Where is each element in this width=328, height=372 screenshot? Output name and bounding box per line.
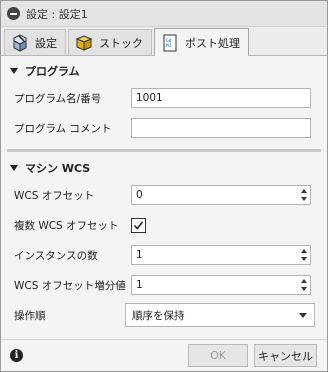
wcs-offset-value[interactable]: 0 <box>132 189 298 201</box>
program-comment-row: プログラム コメント <box>1 113 327 143</box>
program-comment-input[interactable] <box>131 118 311 138</box>
collapse-caret-icon <box>10 68 18 74</box>
wcs-offset-stepper[interactable]: 0 <box>131 185 311 205</box>
stock-box-icon <box>74 33 94 53</box>
wcs-increment-label: WCS オフセット増分値 <box>14 279 126 292</box>
cancel-button[interactable]: キャンセル <box>254 344 317 367</box>
operation-order-select[interactable]: 順序を保持 <box>125 303 315 327</box>
spin-up-icon[interactable] <box>301 279 307 283</box>
program-section-title: プログラム <box>25 65 80 78</box>
program-section-header[interactable]: プログラム <box>1 59 327 83</box>
instances-stepper[interactable]: 1 <box>131 245 311 265</box>
section-divider <box>7 149 321 152</box>
ok-button[interactable]: OK <box>188 344 248 367</box>
svg-text:M1: M1 <box>166 43 172 49</box>
post-process-icon: G0 M1 <box>160 33 180 53</box>
tab-settings[interactable]: 設定 <box>4 29 66 55</box>
tab-post-process-label: ポスト処理 <box>185 36 240 50</box>
wcs-offset-label: WCS オフセット <box>14 189 95 202</box>
stepper-arrows[interactable] <box>298 246 310 264</box>
collapse-caret-icon <box>10 165 18 171</box>
multiple-wcs-label: 複数 WCS オフセット <box>14 219 119 232</box>
tab-settings-label: 設定 <box>35 36 57 50</box>
spin-up-icon[interactable] <box>301 189 307 193</box>
stepper-arrows[interactable] <box>298 276 310 294</box>
operation-order-value: 順序を保持 <box>132 309 185 322</box>
checkmark-icon <box>133 221 144 230</box>
spin-down-icon[interactable] <box>301 287 307 291</box>
wcs-increment-row: WCS オフセット増分値 1 <box>1 270 327 300</box>
minimize-icon[interactable] <box>7 7 20 20</box>
instances-value[interactable]: 1 <box>132 249 298 261</box>
operation-order-label: 操作順 <box>14 309 46 322</box>
wcs-section-title: マシン WCS <box>25 162 91 175</box>
dialog-footer: i OK キャンセル <box>1 339 327 371</box>
operation-order-row: 操作順 順序を保持 <box>1 300 327 330</box>
tab-post-process[interactable]: G0 M1 ポスト処理 <box>154 28 249 56</box>
window-title: 設定 : 設定1 <box>26 7 88 21</box>
tab-bar: 設定 ストック G0 M1 ポスト処理 <box>1 27 327 56</box>
stepper-arrows[interactable] <box>298 186 310 204</box>
multiple-wcs-checkbox[interactable] <box>131 217 146 233</box>
wcs-section-header[interactable]: マシン WCS <box>1 156 327 180</box>
wcs-increment-stepper[interactable]: 1 <box>131 275 311 295</box>
spin-down-icon[interactable] <box>301 197 307 201</box>
spin-down-icon[interactable] <box>301 257 307 261</box>
chevron-down-icon <box>299 313 307 318</box>
title-bar[interactable]: 設定 : 設定1 <box>1 1 327 27</box>
instances-row: インスタンスの数 1 <box>1 240 327 270</box>
multiple-wcs-row: 複数 WCS オフセット <box>1 210 327 240</box>
wcs-increment-value[interactable]: 1 <box>132 279 298 291</box>
wcs-offset-row: WCS オフセット 0 <box>1 180 327 210</box>
program-name-label: プログラム名/番号 <box>14 92 102 105</box>
settings-dialog: 設定 : 設定1 設定 ストック G0 M1 ポスト処理 プログラム プログラム… <box>0 0 328 372</box>
info-icon[interactable]: i <box>10 349 23 362</box>
program-name-input[interactable]: 1001 <box>131 88 311 108</box>
instances-label: インスタンスの数 <box>14 249 98 262</box>
tab-stock[interactable]: ストック <box>68 29 152 55</box>
tool-settings-icon <box>10 33 30 53</box>
program-name-row: プログラム名/番号 1001 <box>1 83 327 113</box>
program-comment-label: プログラム コメント <box>14 122 112 135</box>
tab-stock-label: ストック <box>99 36 143 50</box>
spin-up-icon[interactable] <box>301 249 307 253</box>
